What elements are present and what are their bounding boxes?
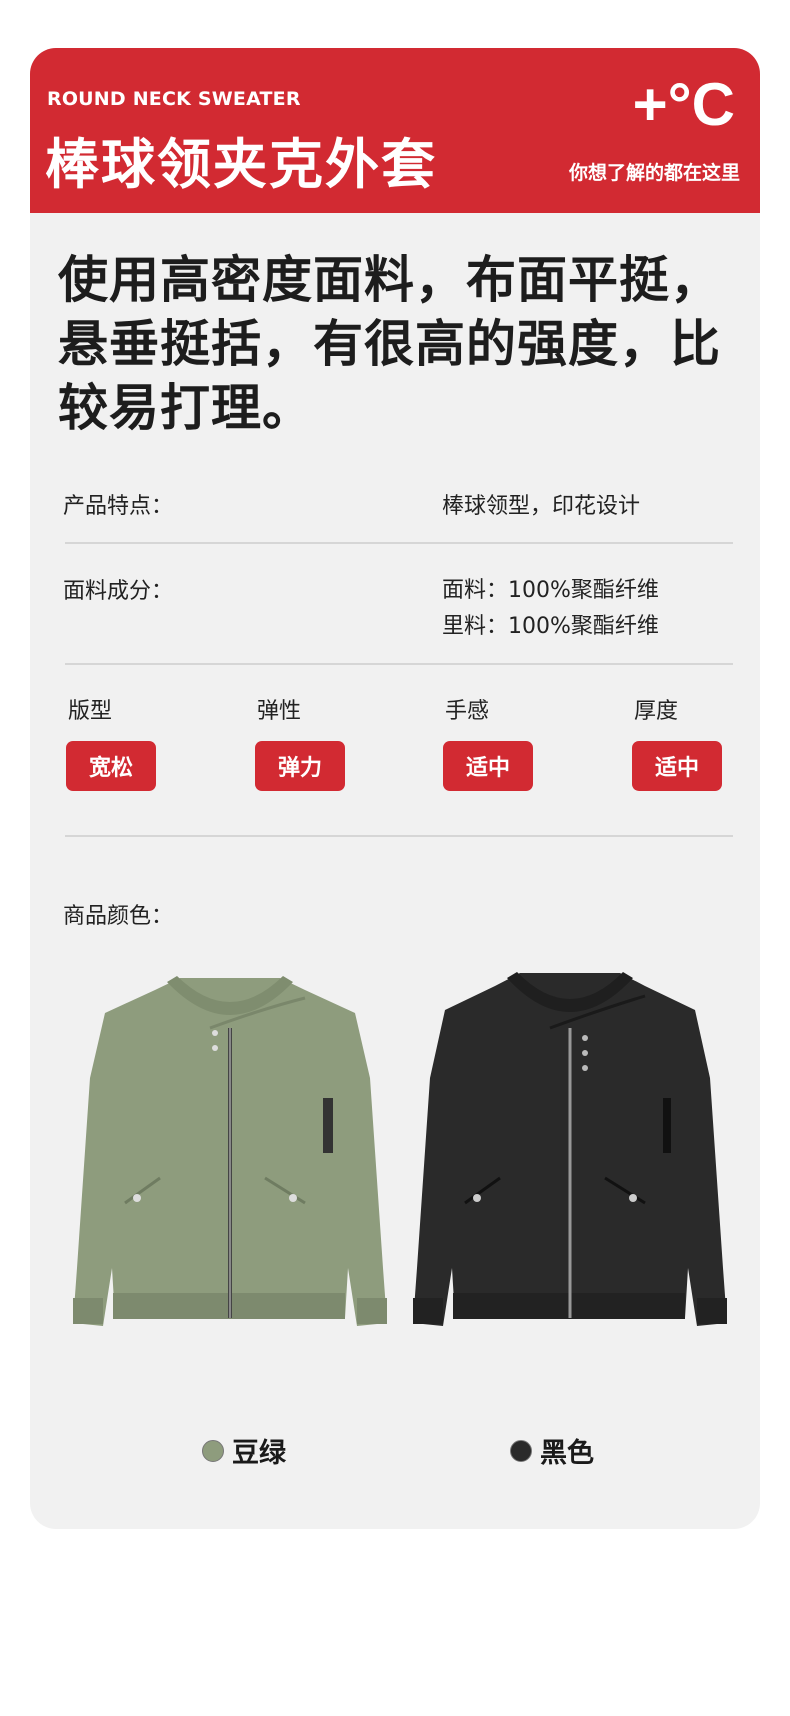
product-title: 棒球领夹克外套 — [45, 133, 437, 196]
fabric-label: 面料成分： — [63, 579, 174, 604]
attr-badge: 适中 — [632, 741, 722, 791]
attr-thickness: 厚度 适中 — [632, 693, 742, 791]
attr-badge: 适中 — [443, 741, 533, 791]
feature-label: 产品特点： — [63, 494, 174, 519]
divider — [65, 542, 733, 544]
jacket-image-black — [413, 972, 727, 1326]
fabric-headline: 使用高密度面料，布面平挺，悬垂挺括，有很高的强度，比较易打理。 — [58, 251, 721, 437]
jacket-image-green — [73, 976, 387, 1326]
temperature-mark: +°C — [632, 71, 735, 138]
fabric-value: 面料：100%聚酯纤维 里料：100%聚酯纤维 — [442, 573, 659, 645]
fabric-lining: 里料：100%聚酯纤维 — [442, 614, 659, 639]
color-name: 黑色 — [540, 1438, 594, 1469]
attr-feel: 手感 适中 — [443, 693, 553, 791]
product-info-card: ROUND NECK SWEATER 棒球领夹克外套 +°C 你想了解的都在这里… — [30, 48, 760, 1529]
attr-fit: 版型 宽松 — [66, 693, 176, 791]
header-banner: ROUND NECK SWEATER 棒球领夹克外套 +°C 你想了解的都在这里 — [30, 48, 760, 213]
color-name: 豆绿 — [232, 1438, 286, 1469]
attr-elasticity: 弹性 弹力 — [255, 693, 365, 791]
divider — [65, 835, 733, 837]
color-option-green[interactable]: 豆绿 — [202, 1431, 286, 1470]
attr-badge: 弹力 — [255, 741, 345, 791]
attr-label: 厚度 — [634, 699, 679, 724]
color-swatch-dot — [202, 1439, 224, 1462]
fabric-outer: 面料：100%聚酯纤维 — [442, 578, 659, 603]
attr-label: 弹性 — [257, 699, 302, 724]
color-swatch-dot — [510, 1439, 532, 1462]
color-option-black[interactable]: 黑色 — [510, 1431, 594, 1470]
english-title: ROUND NECK SWEATER — [47, 88, 301, 110]
attr-label: 手感 — [445, 699, 490, 724]
feature-value: 棒球领型，印花设计 — [442, 494, 641, 519]
colors-label: 商品颜色： — [63, 904, 174, 929]
attr-badge: 宽松 — [66, 741, 156, 791]
banner-subtitle: 你想了解的都在这里 — [568, 162, 740, 184]
divider — [65, 663, 733, 665]
attr-label: 版型 — [68, 699, 113, 724]
